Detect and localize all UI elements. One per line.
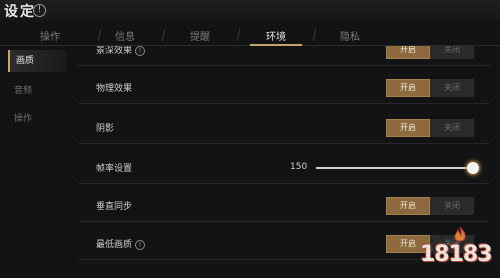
sidebar-item-graphics[interactable]: 画质 — [8, 50, 66, 72]
sidebar-item-controls[interactable]: 操作 — [8, 108, 66, 130]
window-title: 设定 — [4, 4, 36, 20]
toggle-on-option[interactable]: 开启 — [386, 197, 430, 215]
setting-row-depth-of-field: 景深效果! 开启 关闭 — [78, 46, 490, 66]
setting-row-physics: 物理效果 开启 关闭 — [78, 72, 490, 104]
physics-toggle: 开启 关闭 — [386, 79, 474, 97]
tab-info[interactable]: 信息 — [115, 28, 135, 43]
sidebar-item-audio[interactable]: 音频 — [8, 80, 66, 102]
framerate-slider-track[interactable] — [316, 167, 472, 169]
toggle-off-option[interactable]: 关闭 — [430, 197, 474, 215]
toggle-off-option[interactable]: 关闭 — [430, 119, 474, 137]
tab-environment[interactable]: 环境 — [266, 28, 286, 43]
toggle-on-option[interactable]: 开启 — [386, 46, 430, 59]
help-icon[interactable]: ! — [135, 239, 146, 250]
setting-label: 垂直同步 — [96, 202, 133, 212]
setting-label: 阴影 — [96, 124, 115, 134]
setting-row-vsync: 垂直同步 开启 关闭 — [78, 190, 490, 222]
shadow-toggle: 开启 关闭 — [386, 119, 474, 137]
toggle-on-option[interactable]: 开启 — [386, 119, 430, 137]
site-watermark-logo: 18183 — [420, 226, 494, 270]
toggle-off-option[interactable]: 关闭 — [430, 46, 474, 59]
setting-label: 物理效果 — [96, 84, 133, 94]
info-icon[interactable]: ! — [33, 4, 46, 17]
tab-bar: 操作 信息 提醒 环境 隐私 — [0, 24, 500, 46]
toggle-off-option[interactable]: 关闭 — [430, 79, 474, 97]
tab-separator — [97, 29, 102, 41]
setting-label: 景深效果! — [96, 46, 146, 56]
sidebar: 画质 音频 操作 — [8, 48, 66, 278]
tab-separator — [161, 29, 166, 41]
watermark-text: 18183 — [420, 242, 493, 267]
tab-privacy[interactable]: 隐私 — [340, 28, 360, 43]
help-icon[interactable]: ! — [135, 46, 146, 56]
setting-label: 帧率设置 — [96, 164, 133, 174]
setting-row-framerate: 帧率设置 150 — [78, 152, 490, 184]
framerate-slider-handle[interactable] — [467, 162, 479, 174]
vsync-toggle: 开启 关闭 — [386, 197, 474, 215]
toggle-on-option[interactable]: 开启 — [386, 79, 430, 97]
setting-row-shadow: 阴影 开启 关闭 — [78, 112, 490, 144]
title-bar: 设定 ! — [0, 0, 500, 22]
depth-of-field-toggle: 开启 关闭 — [386, 46, 474, 59]
setting-label: 最低画质! — [96, 237, 146, 250]
framerate-value: 150 — [290, 162, 308, 172]
tab-reminder[interactable]: 提醒 — [190, 28, 210, 43]
tab-separator — [312, 29, 317, 41]
tab-separator — [236, 29, 241, 41]
tab-operation[interactable]: 操作 — [40, 28, 60, 43]
